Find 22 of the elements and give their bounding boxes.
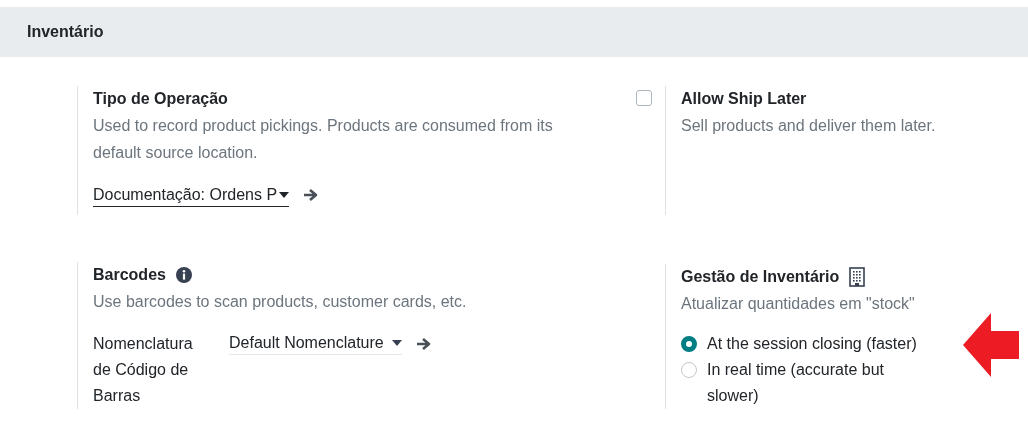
operation-type-select[interactable]: Documentação: Ordens P (93, 182, 290, 207)
setting-description: Use barcodes to scan products, customer cards, etc. (93, 292, 468, 312)
radio-option[interactable]: At the session closing (faster) (681, 331, 931, 357)
info-icon[interactable] (175, 267, 192, 283)
checkbox[interactable] (636, 90, 652, 106)
caret-icon (391, 340, 402, 346)
arrow-right-icon[interactable] (415, 337, 432, 351)
caret-icon (279, 192, 290, 198)
building-icon (849, 267, 866, 287)
setting-title: Allow Ship Later (681, 89, 808, 109)
setting-title: Gestão de Inventário (681, 267, 840, 287)
field-label: Nomenclatura de Código de Barras (93, 334, 194, 406)
setting-description: Atualizar quantidades em "stock" (681, 294, 916, 314)
setting-description: Sell products and deliver them later. (681, 116, 936, 136)
radio-option[interactable]: In real time (accurate but slower) (681, 357, 931, 409)
setting-description: Used to record product pickings. Products are consumed from its default source location. (93, 116, 554, 163)
section-title: Inventário (27, 23, 104, 41)
nomenclature-select[interactable]: Default Nomenclature (229, 330, 402, 355)
setting-title: Barcodes (93, 265, 166, 285)
setting-title: Tipo de Operação (93, 89, 229, 109)
annotation-arrow (963, 313, 1019, 377)
arrow-right-icon[interactable] (303, 187, 320, 202)
